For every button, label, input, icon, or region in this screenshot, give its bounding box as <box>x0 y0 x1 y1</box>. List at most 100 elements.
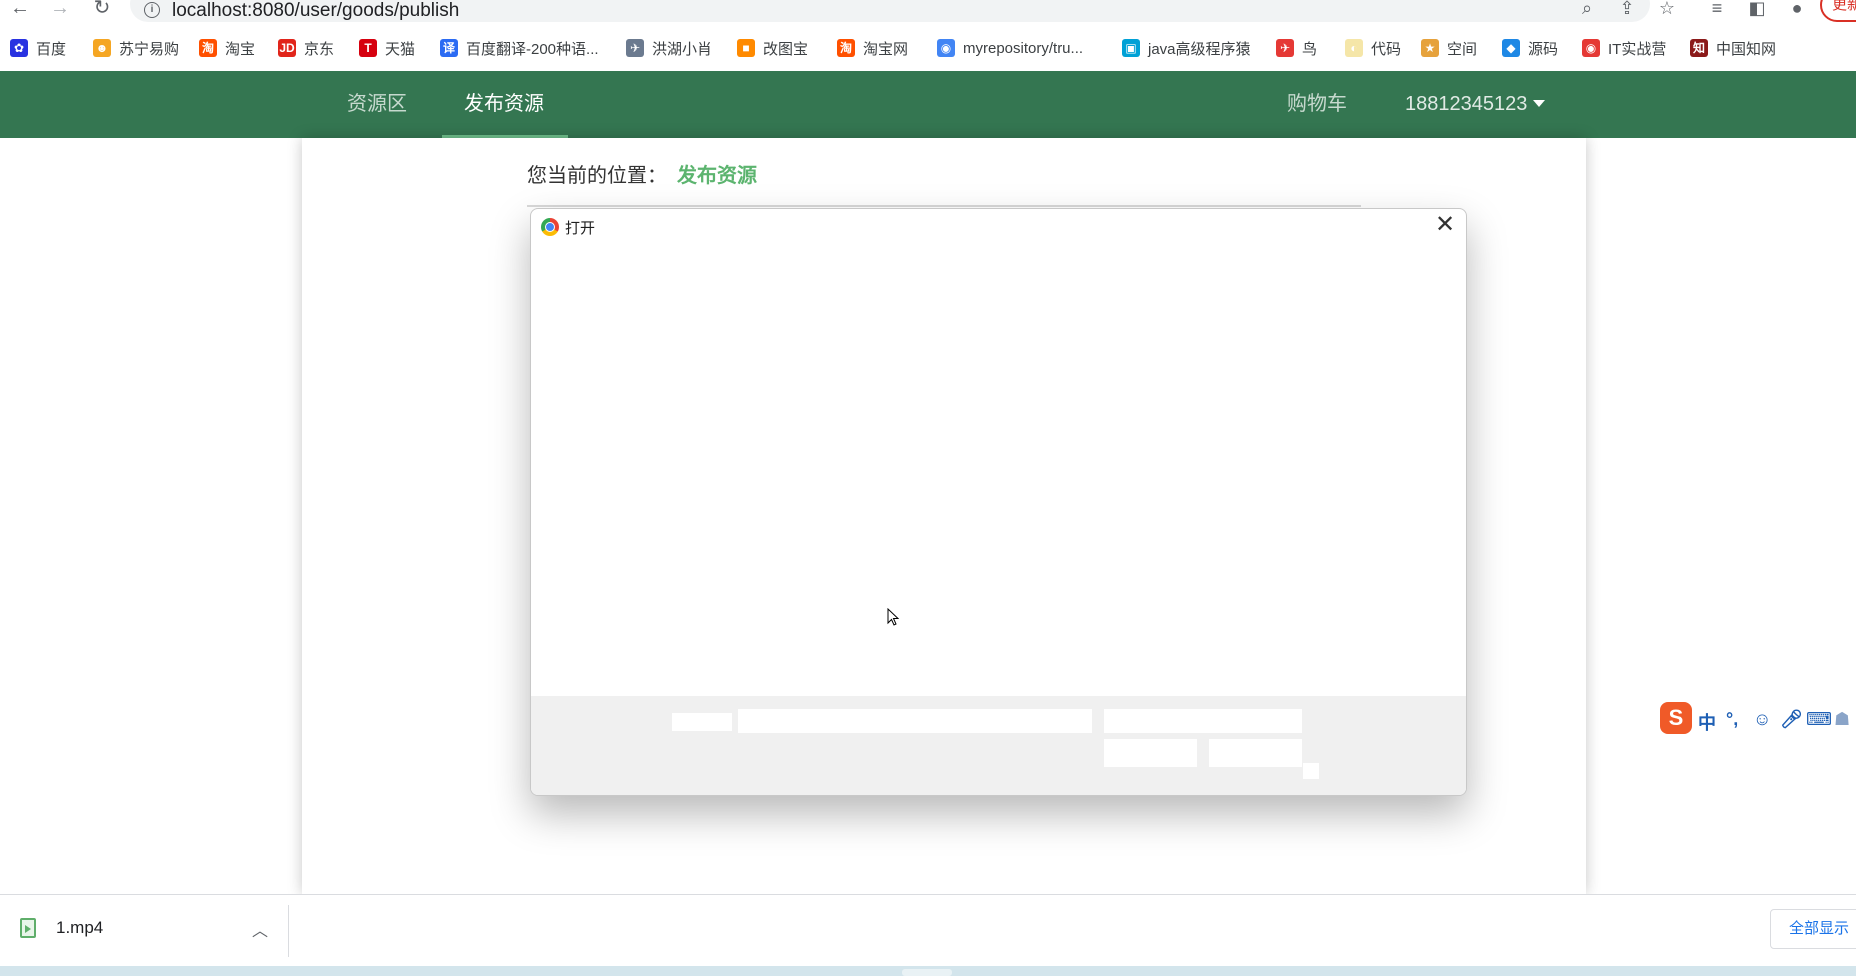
site-navbar: 资源区 发布资源 购物车 18812345123 <box>0 71 1856 139</box>
show-all-button[interactable]: 全部显示 <box>1770 909 1856 949</box>
nav-item-cart[interactable]: 购物车 <box>1287 71 1347 138</box>
bookmark-item[interactable]: 知中国知网 <box>1690 38 1776 58</box>
mouse-cursor-icon <box>887 608 900 626</box>
divider <box>288 905 289 957</box>
bookmark-item[interactable]: T 天猫 <box>359 38 415 58</box>
bookmark-label: 源码 <box>1528 40 1559 58</box>
nav-item-publish[interactable]: 发布资源 <box>464 71 544 138</box>
nav-item-resources[interactable]: 资源区 <box>347 71 407 138</box>
back-arrow-icon[interactable]: ← <box>10 0 30 20</box>
bookmark-item[interactable]: ◉ myrepository/tru... <box>937 38 1083 58</box>
breadcrumb: 您当前的位置： 发布资源 <box>527 159 757 188</box>
address-bar[interactable]: i localhost:8080/user/goods/publish <box>130 0 1650 22</box>
divider <box>527 205 1361 207</box>
url-text[interactable]: localhost:8080/user/goods/publish <box>172 0 459 22</box>
site-info-icon[interactable]: i <box>144 2 160 18</box>
reload-icon[interactable]: ↻ <box>92 0 112 20</box>
zoom-icon[interactable]: ⌕ <box>1576 0 1598 20</box>
chrome-icon: ◉ <box>937 39 955 57</box>
bookmark-label: 天猫 <box>385 40 416 58</box>
bookmark-label: 苏宁易购 <box>119 40 180 58</box>
bookmark-label: 中国知网 <box>1716 40 1777 58</box>
side-panel-icon[interactable]: ◧ <box>1746 0 1768 20</box>
bookmark-label: 百度 <box>36 40 67 58</box>
bookmarks-bar: ✿ 百度 ☻ 苏宁易购淘淘宝 JD 京东 T 天猫译百度翻译-200种语... ✈ 洪湖小肖 ■ 改图… <box>0 30 1856 66</box>
video-file-icon <box>20 918 36 938</box>
bookmark-item[interactable]: ◉ IT实战营 <box>1582 38 1666 58</box>
keyboard-icon[interactable]: ⌨ <box>1806 709 1832 730</box>
qzone-icon: ★ <box>1421 39 1439 57</box>
star-bookmark-icon[interactable]: ☆ <box>1656 0 1678 20</box>
taobao-icon: 淘 <box>837 39 855 57</box>
bookmark-label: 鸟 <box>1302 40 1318 58</box>
forward-arrow-icon[interactable]: → <box>50 0 70 20</box>
bookmark-label: 百度翻译-200种语... <box>466 40 599 58</box>
tmall-icon: T <box>359 39 377 57</box>
bookmark-item[interactable]: JD 京东 <box>278 38 334 58</box>
dialog-footer <box>531 696 1466 795</box>
bookmark-item[interactable]: 淘淘宝网 <box>837 38 908 58</box>
bookmark-label: 洪湖小肖 <box>652 40 713 58</box>
bookmark-label: java高级程序猿 <box>1148 40 1251 58</box>
filetype-select[interactable] <box>1104 709 1302 733</box>
translate-icon: 译 <box>440 39 458 57</box>
moon-icon: ◐ <box>1345 39 1363 57</box>
jd-icon: JD <box>278 39 296 57</box>
bookmark-item[interactable]: 淘淘宝 <box>199 38 255 58</box>
sogou-logo-icon[interactable]: S <box>1660 702 1692 734</box>
filename-input[interactable] <box>738 709 1092 733</box>
baidu-paw-icon: ✿ <box>10 39 28 57</box>
bookmark-item[interactable]: ✈ 洪湖小肖 <box>626 38 712 58</box>
cnki-icon: 知 <box>1690 39 1708 57</box>
bookmark-label: 淘宝网 <box>863 40 909 58</box>
bookmark-label: myrepository/tru... <box>963 39 1084 57</box>
emoji-icon[interactable]: ☺ <box>1753 709 1771 730</box>
bookmark-label: 淘宝 <box>225 40 256 58</box>
bird-icon: ✈ <box>626 39 644 57</box>
user-menu[interactable]: 18812345123 <box>1405 71 1546 138</box>
breadcrumb-prefix: 您当前的位置： <box>527 165 667 187</box>
profile-avatar-icon[interactable]: ● <box>1786 0 1808 20</box>
bookmark-item[interactable]: ★ 空间 <box>1421 38 1477 58</box>
bookmark-item[interactable]: ✿ 百度 <box>10 38 66 58</box>
chevron-up-icon[interactable]: ︿ <box>252 917 268 941</box>
share-icon[interactable]: ⇪ <box>1616 0 1638 20</box>
dialog-title: 打开 <box>565 220 596 237</box>
reading-list-icon[interactable]: ≡ <box>1706 0 1728 20</box>
gaitubao-icon: ■ <box>737 39 755 57</box>
ime-user-icon[interactable]: ☗ <box>1834 709 1850 730</box>
taskbar-item[interactable] <box>902 969 952 976</box>
microphone-icon[interactable]: 🎤︎ <box>1780 709 1803 730</box>
bookmark-item[interactable]: ◆ 源码 <box>1502 38 1558 58</box>
bookmark-label: 改图宝 <box>763 40 809 58</box>
dialog-close-button[interactable]: ✕ <box>1431 213 1459 239</box>
open-file-dialog: 打开 ✕ <box>530 208 1467 796</box>
bookmark-label: 代码 <box>1371 40 1402 58</box>
bookmark-item[interactable]: ■ 改图宝 <box>737 38 808 58</box>
open-button[interactable] <box>1104 739 1197 767</box>
it-icon: ◉ <box>1582 39 1600 57</box>
filename-label-placeholder <box>672 713 732 731</box>
bookmark-item[interactable]: ▣ java高级程序猿 <box>1122 38 1251 58</box>
breadcrumb-current: 发布资源 <box>677 165 757 187</box>
resize-grip[interactable] <box>1303 763 1319 779</box>
caret-down-icon <box>1533 99 1546 107</box>
bookmark-label: 空间 <box>1447 40 1478 58</box>
taobao-icon: 淘 <box>199 39 217 57</box>
cancel-button[interactable] <box>1209 739 1302 767</box>
suning-icon: ☻ <box>93 39 111 57</box>
browser-toolbar: ← → ↻ i localhost:8080/user/goods/publis… <box>0 0 1856 24</box>
bookmark-item[interactable]: 译百度翻译-200种语... <box>440 38 599 58</box>
update-button[interactable]: 更新 <box>1820 0 1856 22</box>
bookmark-item[interactable]: ☻ 苏宁易购 <box>93 38 179 58</box>
bookmark-item[interactable]: ✈ 鸟 <box>1276 38 1317 58</box>
chrome-icon <box>541 218 559 236</box>
punctuation-toggle[interactable]: °, <box>1726 709 1738 730</box>
bookmark-item[interactable]: ◐ 代码 <box>1345 38 1401 58</box>
download-filename[interactable]: 1.mp4 <box>56 918 103 938</box>
bilibili-icon: ▣ <box>1122 39 1140 57</box>
ime-mode-toggle[interactable]: 中 <box>1698 709 1716 735</box>
bookmark-label: IT实战营 <box>1608 40 1667 58</box>
red-bird-icon: ✈ <box>1276 39 1294 57</box>
fish-icon: ◆ <box>1502 39 1520 57</box>
